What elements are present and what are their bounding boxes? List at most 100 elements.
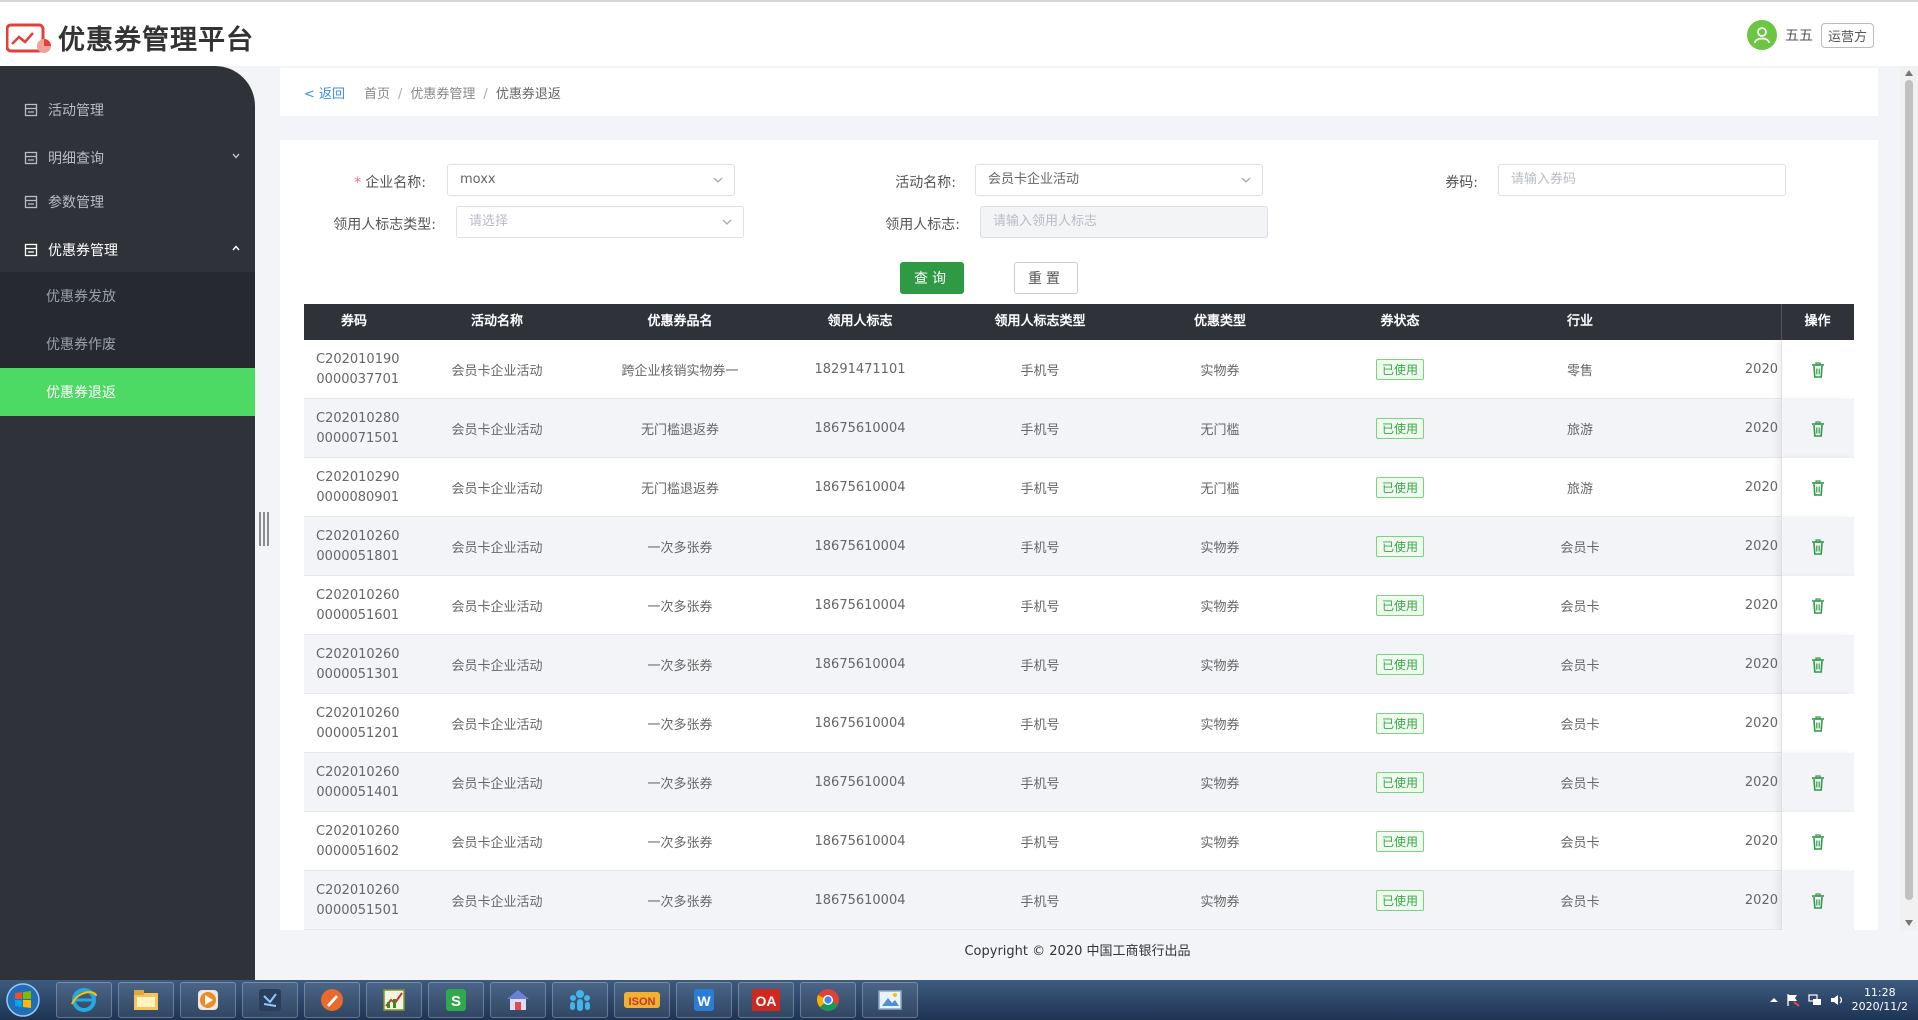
sidebar-item-coupon[interactable]: 优惠券管理 [0,228,255,272]
status-badge: 已使用 [1375,713,1424,734]
sidebar-item-activity[interactable]: 活动管理 [0,88,255,132]
scroll-down-icon[interactable] [1905,920,1913,926]
cell-id-type: 手机号 [1020,541,1060,556]
cell-industry: 旅游 [1566,482,1593,497]
trash-icon[interactable] [1811,715,1825,732]
trash-icon[interactable] [1811,656,1825,673]
taskbar-pen-tool-icon[interactable] [304,982,360,1018]
trash-icon[interactable] [1811,597,1825,614]
trash-icon[interactable] [1811,774,1825,791]
th-type: 优惠类型 [1193,314,1246,329]
trash-icon[interactable] [1811,538,1825,555]
cell-id-type: 手机号 [1020,777,1060,792]
avatar[interactable] [1746,20,1777,50]
cell-code: C202010260 0000051601 [316,587,400,623]
taskbar-chrome-icon[interactable] [800,982,856,1018]
breadcrumb-home[interactable]: 首页 [364,87,390,102]
taskbar-explorer-icon[interactable] [118,982,174,1018]
svg-text:OA: OA [756,993,777,1009]
windows-start-icon[interactable] [2,981,44,1019]
cell-operation [1781,812,1853,871]
sidebar-subitem-label: 优惠券退返 [46,385,116,401]
cell-type: 无门槛 [1200,482,1240,497]
breadcrumb-section[interactable]: 优惠券管理 [410,87,475,102]
cell-id-type: 手机号 [1020,659,1060,674]
taskbar-image-viewer-icon[interactable] [862,982,918,1018]
trash-icon[interactable] [1811,833,1825,850]
taskbar-ie-icon[interactable] [56,982,112,1018]
top-bar: 优惠券管理平台 五五 运营方 [0,0,1918,66]
sidebar-item-detail[interactable]: 明细查询 [0,136,255,180]
trash-icon[interactable] [1811,361,1825,378]
activity-select[interactable]: 会员卡企业活动 [975,164,1263,196]
status-badge: 已使用 [1375,477,1424,498]
cell-user-id: 18675610004 [814,421,906,436]
flag-icon[interactable] [1786,993,1800,1007]
taskbar-media-player-icon[interactable] [180,982,236,1018]
tray-clock[interactable]: 11:28 2020/11/2 [1852,986,1908,1014]
breadcrumb-current: 优惠券退返 [495,87,561,102]
taskbar-json-tool-icon[interactable]: ISON [614,982,670,1018]
cell-activity: 会员卡企业活动 [451,659,543,674]
cell-activity: 会员卡企业活动 [451,836,543,851]
cell-operation [1781,871,1853,930]
cell-status: 已使用 [1310,399,1490,458]
id-type-label: 领用人标志类型: [333,217,436,233]
scroll-thumb[interactable] [1905,80,1913,900]
id-type-select[interactable]: 请选择 [456,206,744,238]
volume-icon[interactable] [1830,993,1844,1007]
cell-activity: 会员卡企业活动 [451,600,543,615]
chevron-up-icon [232,245,240,251]
taskbar-team-icon[interactable] [552,982,608,1018]
user-name[interactable]: 五五 [1785,25,1813,45]
cell-date: 2020 [1744,834,1778,849]
taskbar-chart-app-icon[interactable] [366,982,422,1018]
taskbar-word-icon[interactable]: W [676,982,732,1018]
trash-icon[interactable] [1811,892,1825,909]
taskbar-home-network-icon[interactable] [490,982,546,1018]
sidebar-resize-handle[interactable] [258,510,272,548]
cell-code: C202010260 0000051401 [316,764,400,800]
cell-date: 2020 [1744,657,1778,672]
cell-operation [1781,753,1853,812]
th-activity: 活动名称 [470,314,523,329]
th-code: 券码 [340,314,367,329]
sidebar-subitem-refund[interactable]: 优惠券退返 [0,368,255,416]
code-input[interactable]: 请输入券码 [1498,164,1786,196]
tray-expand-icon[interactable] [1769,996,1778,1004]
sidebar-subitem-void[interactable]: 优惠券作废 [0,320,255,368]
cell-operation [1781,635,1853,694]
cell-status: 已使用 [1310,517,1490,576]
sidebar-item-params[interactable]: 参数管理 [0,180,255,224]
id-label: 领用人标志: [885,217,960,233]
trash-icon[interactable] [1811,420,1825,437]
cell-type: 实物券 [1200,836,1240,851]
reset-button[interactable]: 重置 [1014,262,1078,294]
cell-activity: 会员卡企业活动 [451,482,543,497]
cell-activity: 会员卡企业活动 [451,541,543,556]
cell-coupon-name: 无门槛退返券 [640,482,719,497]
taskbar-vscode-icon[interactable] [242,982,298,1018]
table-row: C202010260 0000051301 会员卡企业活动 一次多张券 18675… [304,635,1854,694]
company-select-value: moxx [460,172,496,187]
sidebar-subitem-issue[interactable]: 优惠券发放 [0,272,255,320]
company-select[interactable]: moxx [447,164,735,196]
trash-icon[interactable] [1811,479,1825,496]
query-button[interactable]: 查询 [900,262,964,294]
back-link[interactable]: < 返回 [304,83,345,102]
table-row: C202010260 0000051801 会员卡企业活动 一次多张券 18675… [304,517,1854,576]
th-coupon-name: 优惠券品名 [647,314,713,329]
cell-industry: 会员卡 [1560,718,1600,733]
scroll-up-icon[interactable] [1905,70,1913,76]
taskbar-oa-icon[interactable]: OA [738,982,794,1018]
taskbar-spreadsheet-icon[interactable]: S [428,982,484,1018]
sidebar-item-label: 参数管理 [48,195,104,211]
network-icon[interactable] [1807,993,1822,1007]
logo-icon [6,23,51,53]
cell-status: 已使用 [1310,576,1490,635]
page-scrollbar[interactable] [1900,66,1918,930]
chevron-down-icon [713,177,723,183]
footer-copyright: Copyright © 2020 中国工商银行出品 [964,944,1191,959]
cell-user-id: 18675610004 [814,657,906,672]
activity-select-value: 会员卡企业活动 [988,172,1080,187]
